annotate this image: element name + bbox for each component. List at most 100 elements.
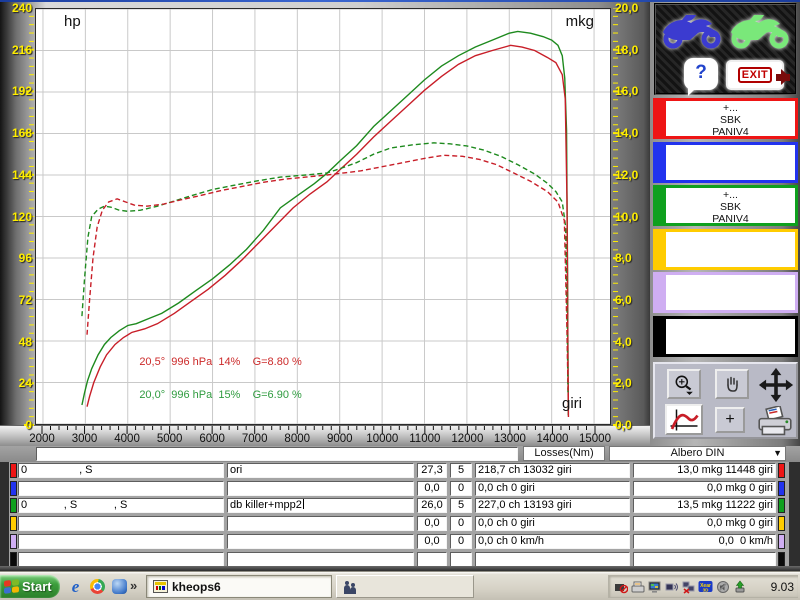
cell-power[interactable]: 218,7 ch 13032 giri <box>475 463 630 478</box>
cell-v1[interactable]: 27,3 <box>417 463 447 478</box>
pan-button[interactable] <box>715 369 749 399</box>
tray-icon-scanner[interactable] <box>630 579 645 594</box>
move-button[interactable] <box>755 365 797 405</box>
quicklaunch-chrome-icon[interactable] <box>88 577 107 596</box>
chart-grid-and-curves <box>36 9 610 424</box>
cell-v2[interactable]: 5 <box>450 498 472 513</box>
cell-v1[interactable]: 0,0 <box>417 516 447 531</box>
cell-v2[interactable]: 0 <box>450 534 472 549</box>
cell-desc[interactable] <box>227 481 414 496</box>
y-left-axis-title: hp <box>64 13 81 30</box>
tray-icon-device-blocked[interactable] <box>613 579 628 594</box>
cell-torque[interactable]: 13,5 mkg 11222 giri <box>633 498 776 513</box>
chart-zone: hp mkg giri 20,5° 996 hPa 14% G=8.80 %20… <box>0 0 650 446</box>
cell-power[interactable]: 0,0 ch 0 giri <box>475 516 630 531</box>
zoom-in-button[interactable] <box>667 369 701 399</box>
y-left-tick-label: 96 <box>0 251 32 265</box>
cell-v2[interactable]: 5 <box>450 463 472 478</box>
dyno-plot[interactable]: hp mkg giri 20,5° 996 hPa 14% G=8.80 %20… <box>35 8 611 425</box>
y-left-tick-label: 168 <box>0 126 32 140</box>
run-slot-button-4[interactable] <box>653 229 798 270</box>
y-right-tick-label: 8,0 <box>615 251 651 265</box>
x-tick-label: 2000 <box>22 433 62 445</box>
x-tick-label: 13000 <box>490 433 530 445</box>
tray-icon-network-offline[interactable] <box>681 579 696 594</box>
cell-torque[interactable]: 0,0 mkg 0 giri <box>633 516 776 531</box>
motorcycle-blue-button[interactable] <box>660 7 724 51</box>
table-row-2: 0,000,0 ch 0 giri0,0 mkg 0 giri <box>0 481 800 496</box>
cell-v2[interactable]: 0 <box>450 481 472 496</box>
cell-desc[interactable] <box>227 552 414 567</box>
task-button-kheops6[interactable]: kheops6 <box>146 575 332 598</box>
cell-v2[interactable]: 0 <box>450 516 472 531</box>
row-color-chip-left <box>10 534 17 549</box>
slot-label-box <box>663 272 798 313</box>
run-slot-button-1[interactable]: +...SBKPANIV4 <box>653 98 798 139</box>
cell-name[interactable] <box>18 516 224 531</box>
figures-app-icon <box>343 580 357 594</box>
cell-power[interactable]: 0,0 ch 0 giri <box>475 481 630 496</box>
cell-torque[interactable]: 0,0 0 km/h <box>633 534 776 549</box>
run-slot-button-3[interactable]: +...SBKPANIV4 <box>653 185 798 226</box>
cell-torque[interactable] <box>633 552 776 567</box>
x-tick-label: 6000 <box>192 433 232 445</box>
cell-name[interactable] <box>18 552 224 567</box>
cell-name[interactable] <box>18 481 224 496</box>
cell-power[interactable]: 0,0 ch 0 km/h <box>475 534 630 549</box>
add-button[interactable]: + <box>715 407 745 433</box>
y-right-tick-label: 0,0 <box>615 418 651 432</box>
y-right-tick-label: 6,0 <box>615 293 651 307</box>
y-right-tick-label: 20,0 <box>615 1 651 15</box>
help-button[interactable]: ? <box>684 58 718 90</box>
losses-value-field[interactable] <box>36 447 518 461</box>
cell-desc[interactable] <box>227 534 414 549</box>
cell-v1[interactable]: 0,0 <box>417 534 447 549</box>
cell-name[interactable] <box>18 534 224 549</box>
cell-name[interactable]: 0 , S , S <box>18 498 224 513</box>
slot-label-box <box>663 229 798 270</box>
curve-icon <box>669 408 699 432</box>
cell-power[interactable]: 227,0 ch 13193 giri <box>475 498 630 513</box>
slot-label-line: SBK <box>666 201 795 213</box>
cell-v1[interactable]: 26,0 <box>417 498 447 513</box>
cell-power[interactable] <box>475 552 630 567</box>
task-button-second[interactable] <box>336 575 474 598</box>
cell-name[interactable]: 0 , S <box>18 463 224 478</box>
cell-torque[interactable]: 0,0 mkg 0 giri <box>633 481 776 496</box>
y-left-tick-label: 0 <box>0 418 32 432</box>
print-button[interactable] <box>753 404 797 438</box>
exit-arrow-icon <box>776 74 790 81</box>
y-left-tick-label: 216 <box>0 43 32 57</box>
run-slot-button-6[interactable] <box>653 316 798 357</box>
window-titlebar-sliver <box>0 0 800 2</box>
cell-desc[interactable]: ori <box>227 463 414 478</box>
tray-icon-xear-3d[interactable]: Xear3D <box>698 579 713 594</box>
tray-icon-volume-muted[interactable] <box>715 579 730 594</box>
run-slot-button-2[interactable] <box>653 142 798 183</box>
y-left-tick-label: 48 <box>0 335 32 349</box>
row-color-chip-left <box>10 552 17 567</box>
tray-icon-safely-remove-hardware[interactable] <box>732 579 747 594</box>
exit-button[interactable]: EXIT <box>726 60 784 90</box>
quicklaunch-overflow-chevron[interactable]: » <box>130 578 137 593</box>
shaft-mode-dropdown[interactable]: Albero DIN ▼ <box>609 446 786 461</box>
slot-label-line: SBK <box>666 114 795 126</box>
quicklaunch-app-icon[interactable] <box>110 577 129 596</box>
start-button[interactable]: Start <box>0 575 60 598</box>
cell-desc[interactable]: db killer+mpp2 <box>227 498 414 513</box>
curve-view-button[interactable] <box>665 404 703 435</box>
row-color-chip-right <box>778 516 785 531</box>
quicklaunch-ie-icon[interactable]: e <box>66 577 85 596</box>
cell-v1[interactable]: 0,0 <box>417 481 447 496</box>
cell-desc[interactable] <box>227 516 414 531</box>
slot-label-line: PANIV4 <box>666 213 795 225</box>
y-left-tick-label: 144 <box>0 168 32 182</box>
cell-v2[interactable] <box>450 552 472 567</box>
row-color-chip-right <box>778 463 785 478</box>
cell-torque[interactable]: 13,0 mkg 11448 giri <box>633 463 776 478</box>
motorcycle-green-button[interactable] <box>728 7 792 51</box>
tray-icon-audio-streaming[interactable] <box>664 579 679 594</box>
cell-v1[interactable] <box>417 552 447 567</box>
tray-icon-display-settings[interactable] <box>647 579 662 594</box>
run-slot-button-5[interactable] <box>653 272 798 313</box>
